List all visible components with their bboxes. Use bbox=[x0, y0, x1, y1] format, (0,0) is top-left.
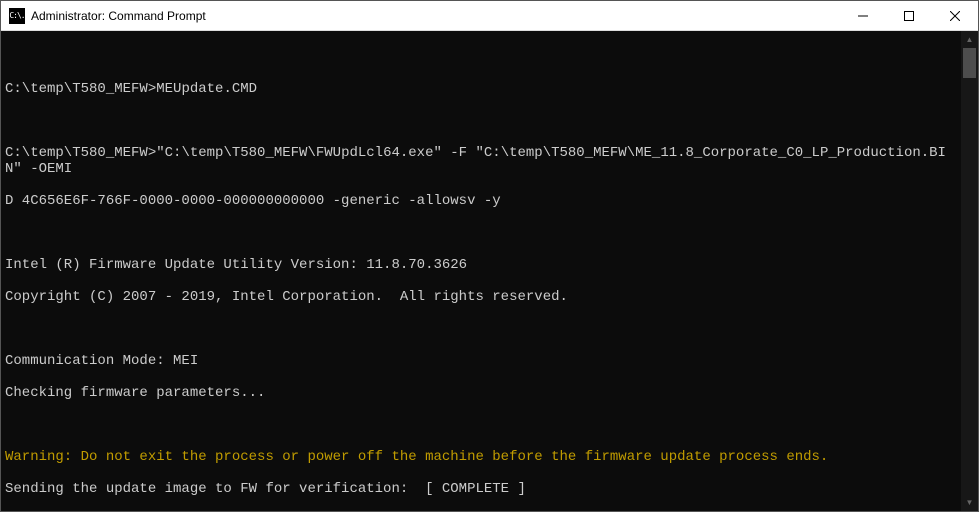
scroll-up-icon[interactable]: ▲ bbox=[961, 31, 978, 48]
scroll-track[interactable] bbox=[961, 48, 978, 494]
output-line: Checking firmware parameters... bbox=[5, 385, 961, 401]
window-controls bbox=[840, 1, 978, 30]
prompt-path: C:\temp\T580_MEFW> bbox=[5, 145, 156, 161]
output-line: Communication Mode: MEI bbox=[5, 353, 961, 369]
blank-line bbox=[5, 417, 961, 433]
prompt-line: C:\temp\T580_MEFW>MEUpdate.CMD bbox=[5, 81, 961, 97]
maximize-button[interactable] bbox=[886, 1, 932, 30]
output-line: Intel (R) Firmware Update Utility Versio… bbox=[5, 257, 961, 273]
blank-line bbox=[5, 321, 961, 337]
command-continuation: D 4C656E6F-766F-0000-0000-000000000000 -… bbox=[5, 193, 961, 209]
console-output[interactable]: C:\temp\T580_MEFW>MEUpdate.CMD C:\temp\T… bbox=[1, 31, 961, 511]
minimize-button[interactable] bbox=[840, 1, 886, 30]
command-text: MEUpdate.CMD bbox=[156, 81, 257, 97]
vertical-scrollbar[interactable]: ▲ ▼ bbox=[961, 31, 978, 511]
output-line: Sending the update image to FW for verif… bbox=[5, 481, 961, 497]
blank-line bbox=[5, 49, 961, 65]
window-title: Administrator: Command Prompt bbox=[31, 9, 840, 23]
close-button[interactable] bbox=[932, 1, 978, 30]
prompt-line: C:\temp\T580_MEFW>"C:\temp\T580_MEFW\FWU… bbox=[5, 145, 961, 177]
warning-line: Warning: Do not exit the process or powe… bbox=[5, 449, 961, 465]
output-line: Copyright (C) 2007 - 2019, Intel Corpora… bbox=[5, 289, 961, 305]
titlebar[interactable]: C:\. Administrator: Command Prompt bbox=[1, 1, 978, 31]
scroll-down-icon[interactable]: ▼ bbox=[961, 494, 978, 511]
blank-line bbox=[5, 113, 961, 129]
prompt-path: C:\temp\T580_MEFW> bbox=[5, 81, 156, 97]
cmd-icon: C:\. bbox=[9, 8, 25, 24]
scroll-thumb[interactable] bbox=[963, 48, 976, 78]
console-area: C:\temp\T580_MEFW>MEUpdate.CMD C:\temp\T… bbox=[1, 31, 978, 511]
blank-line bbox=[5, 225, 961, 241]
